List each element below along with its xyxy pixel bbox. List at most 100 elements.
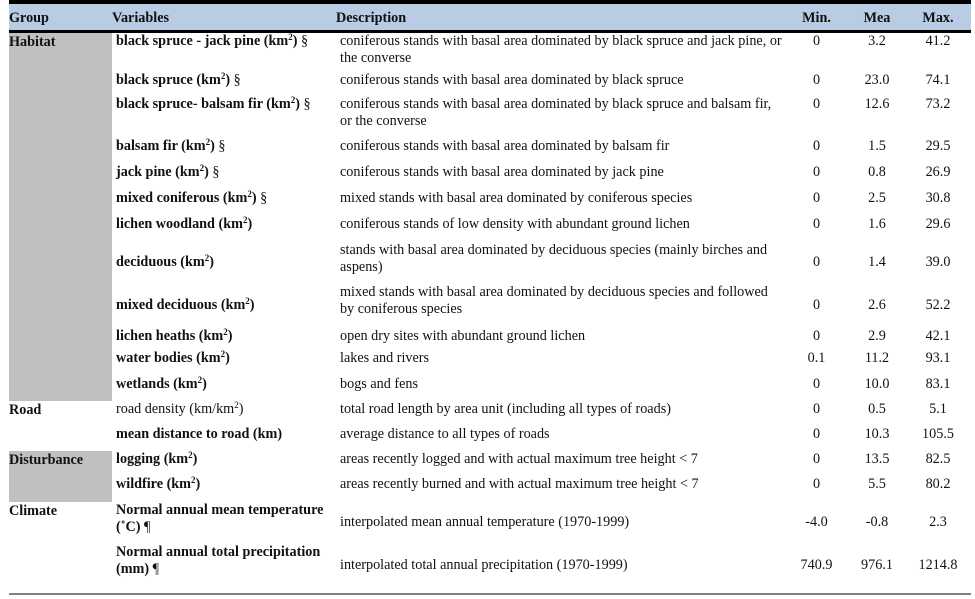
- description-cell: areas recently logged and with actual ma…: [340, 450, 698, 467]
- mean-cell: 2.6: [868, 297, 886, 313]
- variable-name: black spruce - jack pine (km: [116, 33, 289, 49]
- table-row: water bodies (km2) lakes and rivers 0.1 …: [9, 349, 971, 376]
- description-cell: interpolated total annual precipitation …: [340, 557, 628, 573]
- variable-suffix: ): [238, 400, 244, 417]
- variable-cell: black spruce- balsam fir (km2) §: [112, 95, 336, 138]
- variable-cell: lichen heaths (km2): [112, 327, 336, 350]
- min-cell: 0: [812, 254, 821, 270]
- pilcrow-mark-icon: ¶: [140, 518, 151, 535]
- mean-cell: 2.9: [868, 327, 886, 344]
- mean-cell: 12.6: [864, 95, 890, 112]
- min-cell: 740.9: [800, 557, 833, 573]
- min-cell: 0: [812, 450, 821, 467]
- min-cell: -4.0: [805, 514, 828, 530]
- header-min: Min.: [784, 0, 849, 33]
- variable-cell: black spruce (km2) §: [112, 71, 336, 96]
- variable-name: lichen woodland (km: [116, 215, 243, 232]
- description-cell: stands with basal area dominated by deci…: [340, 241, 768, 275]
- min-cell: 0: [812, 425, 821, 442]
- min-cell: 0: [812, 163, 821, 180]
- variable-suffix: ): [247, 215, 253, 232]
- variable-name: road density (km/km: [116, 400, 235, 417]
- table-body: Habitat black spruce - jack pine (km2) §…: [9, 31, 971, 588]
- group-cell-road: Road: [9, 401, 112, 451]
- variable-name: Normal annual total precipitation (mm): [116, 543, 321, 577]
- max-cell: 105.5: [922, 425, 954, 442]
- table-row: black spruce- balsam fir (km2) § conifer…: [9, 95, 971, 138]
- group-label: Climate: [9, 502, 58, 519]
- table-row: wetlands (km2) bogs and fens 0 10.0 83.1: [9, 375, 971, 401]
- max-cell: 29.5: [925, 137, 951, 154]
- min-cell: 0: [812, 327, 821, 344]
- min-cell: 0.1: [807, 349, 826, 366]
- variable-name: mixed coniferous (km: [116, 189, 248, 206]
- description-cell: open dry sites with abundant ground lich…: [340, 327, 586, 344]
- max-cell: 1214.8: [918, 557, 958, 573]
- mean-cell: 13.5: [864, 450, 890, 467]
- table-row: lichen heaths (km2) open dry sites with …: [9, 327, 971, 350]
- mean-cell: -0.8: [865, 514, 889, 530]
- mean-cell: 1.6: [868, 215, 886, 232]
- variables-table-container: Group Variables Description Min. Mea Max…: [9, 0, 971, 588]
- min-cell: 0: [812, 33, 821, 49]
- description-cell: coniferous stands with basal area domina…: [340, 137, 670, 154]
- max-cell: 39.0: [925, 254, 951, 270]
- max-cell: 26.9: [925, 163, 951, 180]
- variable-cell: mixed deciduous (km2): [112, 284, 336, 328]
- variable-cell: Normal annual mean temperature (˚C) ¶: [112, 502, 336, 544]
- variable-name: deciduous (km: [116, 254, 205, 270]
- mean-cell: 3.2: [868, 33, 886, 49]
- variable-name: water bodies (km: [116, 349, 221, 366]
- max-cell: 80.2: [925, 475, 951, 492]
- table-row: deciduous (km2) stands with basal area d…: [9, 242, 971, 284]
- min-cell: 0: [812, 400, 821, 417]
- mean-cell: 23.0: [864, 71, 890, 88]
- variable-name: wildfire (km: [116, 475, 192, 492]
- header-group: Group: [9, 0, 112, 33]
- variable-cell: road density (km/km2): [112, 400, 336, 426]
- description-cell: average distance to all types of roads: [340, 425, 550, 442]
- section-mark-icon: §: [256, 189, 268, 206]
- table-row: Climate Normal annual mean temperature (…: [9, 502, 971, 544]
- header-mean: Mea: [849, 0, 905, 33]
- mean-cell: 0.5: [868, 400, 886, 417]
- variable-suffix: ): [202, 375, 207, 392]
- mean-cell: 10.3: [864, 425, 890, 442]
- table-row: Normal annual total precipitation (mm) ¶…: [9, 544, 971, 588]
- mean-cell: 5.5: [868, 475, 886, 492]
- variable-cell: wildfire (km2): [112, 475, 336, 502]
- mean-cell: 976.1: [861, 557, 893, 573]
- max-cell: 83.1: [925, 375, 951, 392]
- section-mark-icon: §: [297, 33, 309, 49]
- section-mark-icon: §: [214, 137, 226, 154]
- min-cell: 0: [812, 137, 821, 154]
- variable-name: lichen heaths (km: [116, 327, 224, 344]
- description-cell: mixed stands with basal area dominated b…: [340, 283, 768, 317]
- variable-cell: mixed coniferous (km2) §: [112, 189, 336, 216]
- min-cell: 0: [812, 95, 821, 112]
- max-cell: 30.8: [925, 189, 951, 206]
- variable-name: jack pine (km: [116, 163, 200, 180]
- description-cell: bogs and fens: [340, 375, 419, 392]
- variable-name: mixed deciduous (km: [116, 297, 246, 313]
- min-cell: 0: [812, 297, 821, 313]
- mean-cell: 2.5: [868, 189, 886, 206]
- variable-cell: logging (km2): [112, 450, 336, 476]
- variable-cell: water bodies (km2): [112, 349, 336, 376]
- table-row: mixed deciduous (km2) mixed stands with …: [9, 284, 971, 328]
- description-cell: coniferous stands with basal area domina…: [340, 95, 772, 129]
- min-cell: 0: [812, 215, 821, 232]
- mean-cell: 0.8: [868, 163, 886, 180]
- max-cell: 41.2: [925, 33, 951, 49]
- description-cell: coniferous stands of low density with ab…: [340, 215, 690, 232]
- group-label: Road: [9, 401, 42, 418]
- max-cell: 74.1: [925, 71, 951, 88]
- description-cell: coniferous stands with basal area domina…: [340, 163, 664, 180]
- variable-name: logging (km: [116, 450, 189, 467]
- section-mark-icon: §: [208, 163, 220, 180]
- min-cell: 0: [812, 475, 821, 492]
- variable-name: black spruce (km: [116, 71, 221, 88]
- max-cell: 73.2: [925, 95, 951, 112]
- table-row: wildfire (km2) areas recently burned and…: [9, 475, 971, 502]
- mean-cell: 11.2: [864, 349, 890, 366]
